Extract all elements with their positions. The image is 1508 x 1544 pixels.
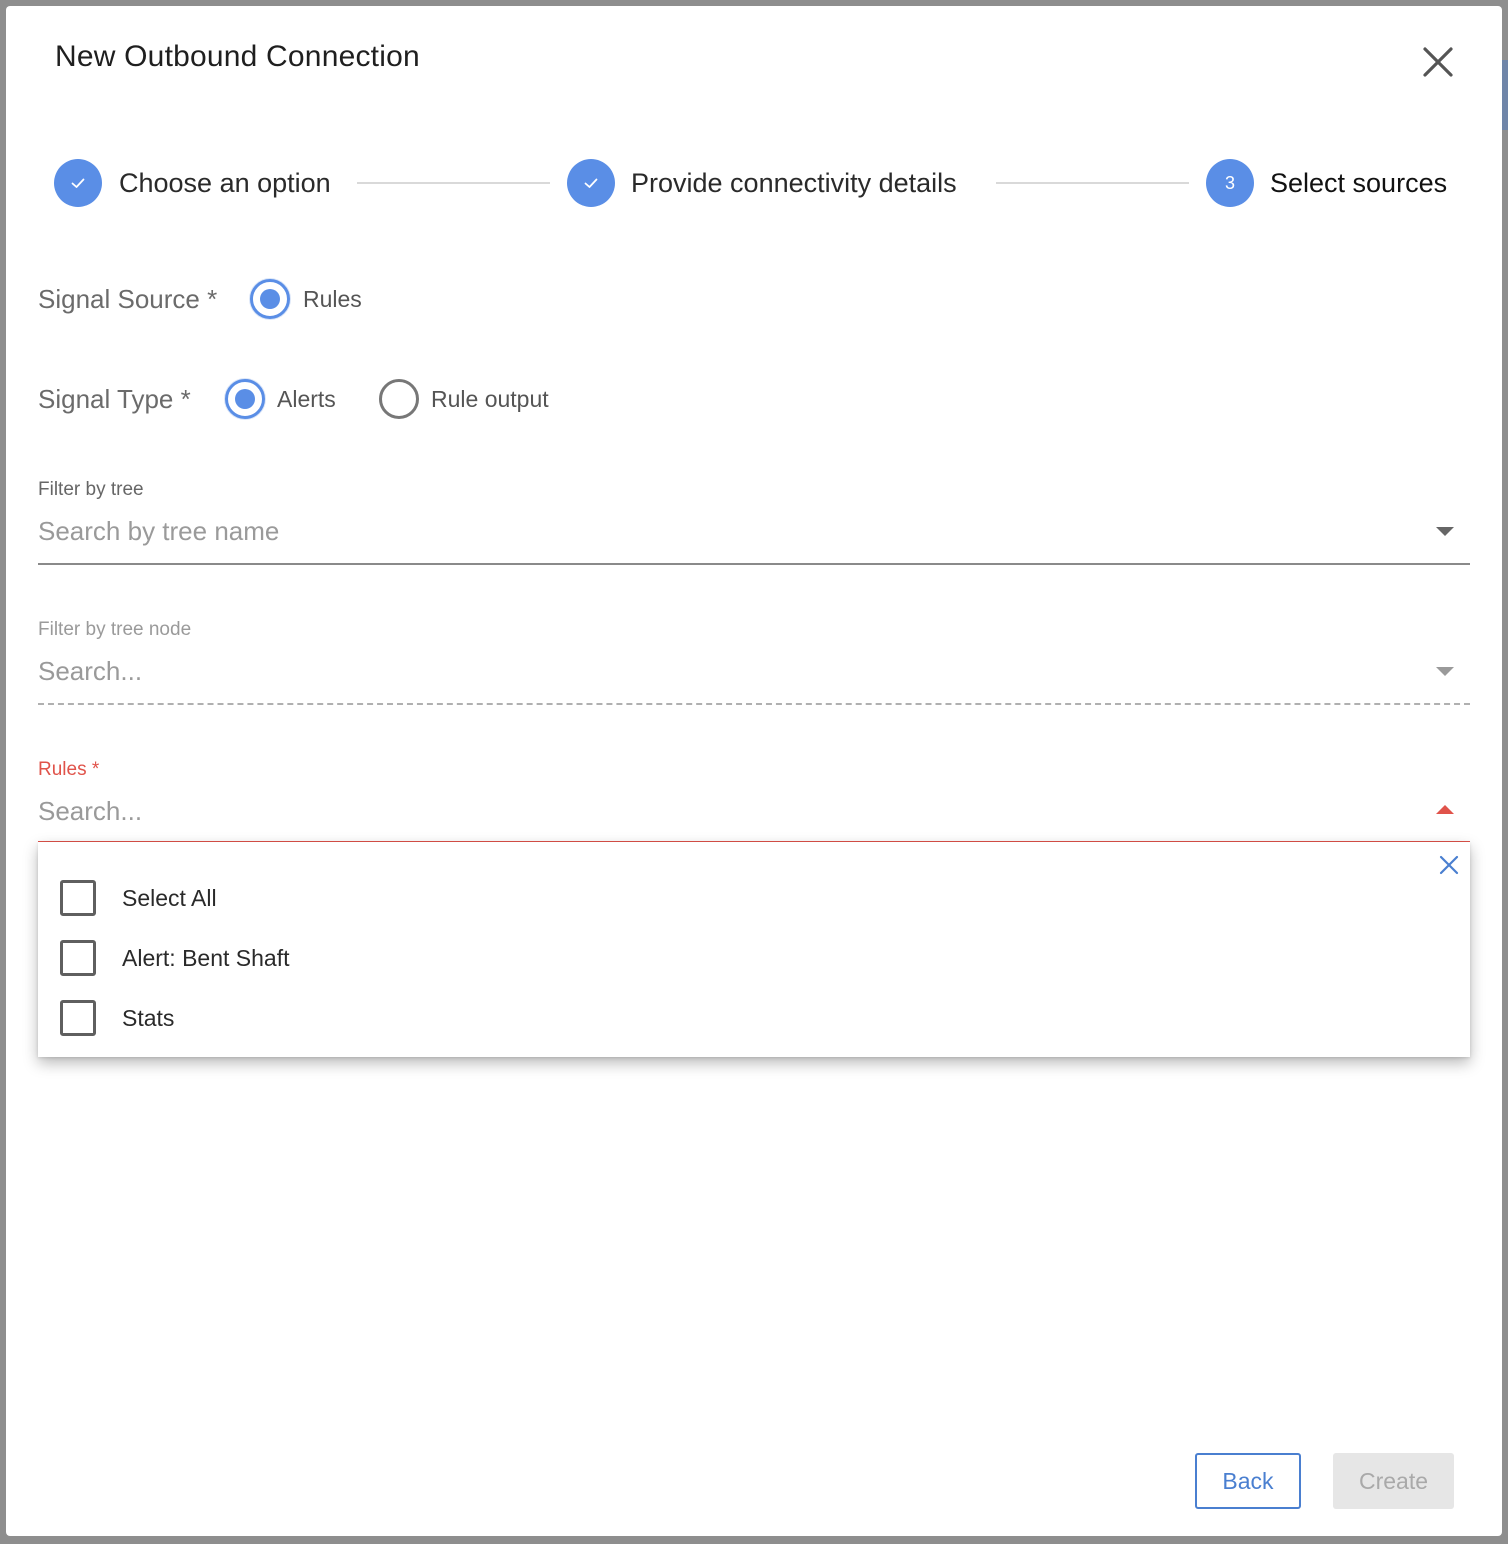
signal-source-label: Signal Source * [38,284,218,314]
radio-alerts[interactable] [225,379,265,419]
step-connector [357,182,550,184]
radio-rules-label[interactable]: Rules [303,285,362,313]
step-2-indicator [567,159,615,207]
checkbox[interactable] [60,940,96,976]
chevron-down-icon[interactable] [1436,527,1454,536]
back-button[interactable]: Back [1195,1453,1301,1509]
chevron-up-icon[interactable] [1436,805,1454,814]
filter-tree-node-label: Filter by tree node [38,619,192,640]
filter-tree-label: Filter by tree [38,479,144,500]
checkbox[interactable] [60,1000,96,1036]
option-label: Alert: Bent Shaft [122,945,290,971]
backdrop-panel [1502,60,1508,130]
filter-tree-node-underline [38,703,1470,705]
step-3-label: Select sources [1270,168,1448,198]
check-icon [584,178,598,188]
filter-tree-node-input[interactable] [38,648,1470,694]
checkbox[interactable] [60,880,96,916]
chevron-down-icon[interactable] [1436,667,1454,676]
step-1-label: Choose an option [119,168,331,198]
close-icon [1423,47,1453,77]
radio-alerts-label[interactable]: Alerts [277,385,336,413]
new-outbound-connection-dialog: New Outbound Connection Choose an option… [6,6,1502,1536]
close-button[interactable] [1416,40,1460,84]
step-2-label: Provide connectivity details [631,168,957,198]
option-label: Select All [122,885,217,911]
option-stats[interactable]: Stats [38,994,1418,1042]
option-label: Stats [122,1005,175,1031]
rules-label: Rules * [38,759,100,780]
rules-search-input[interactable] [38,788,1470,834]
filter-tree-input[interactable] [38,508,1470,554]
option-alert-bent-shaft[interactable]: Alert: Bent Shaft [38,934,1418,982]
radio-rule-output[interactable] [379,379,419,419]
option-select-all[interactable]: Select All [38,874,1418,922]
check-icon [71,178,85,188]
step-1-indicator [54,159,102,207]
step-3-indicator: 3 [1206,159,1254,207]
radio-rule-output-label[interactable]: Rule output [431,385,549,413]
step-connector [996,182,1189,184]
rules-dropdown: Select All Alert: Bent Shaft Stats [38,842,1470,1057]
radio-rules[interactable] [250,279,290,319]
signal-type-label: Signal Type * [38,384,191,414]
create-button[interactable]: Create [1333,1453,1454,1509]
filter-tree-underline [38,563,1470,565]
dropdown-close-button[interactable] [1438,854,1460,876]
dialog-title: New Outbound Connection [55,40,420,73]
close-icon [1439,855,1459,875]
